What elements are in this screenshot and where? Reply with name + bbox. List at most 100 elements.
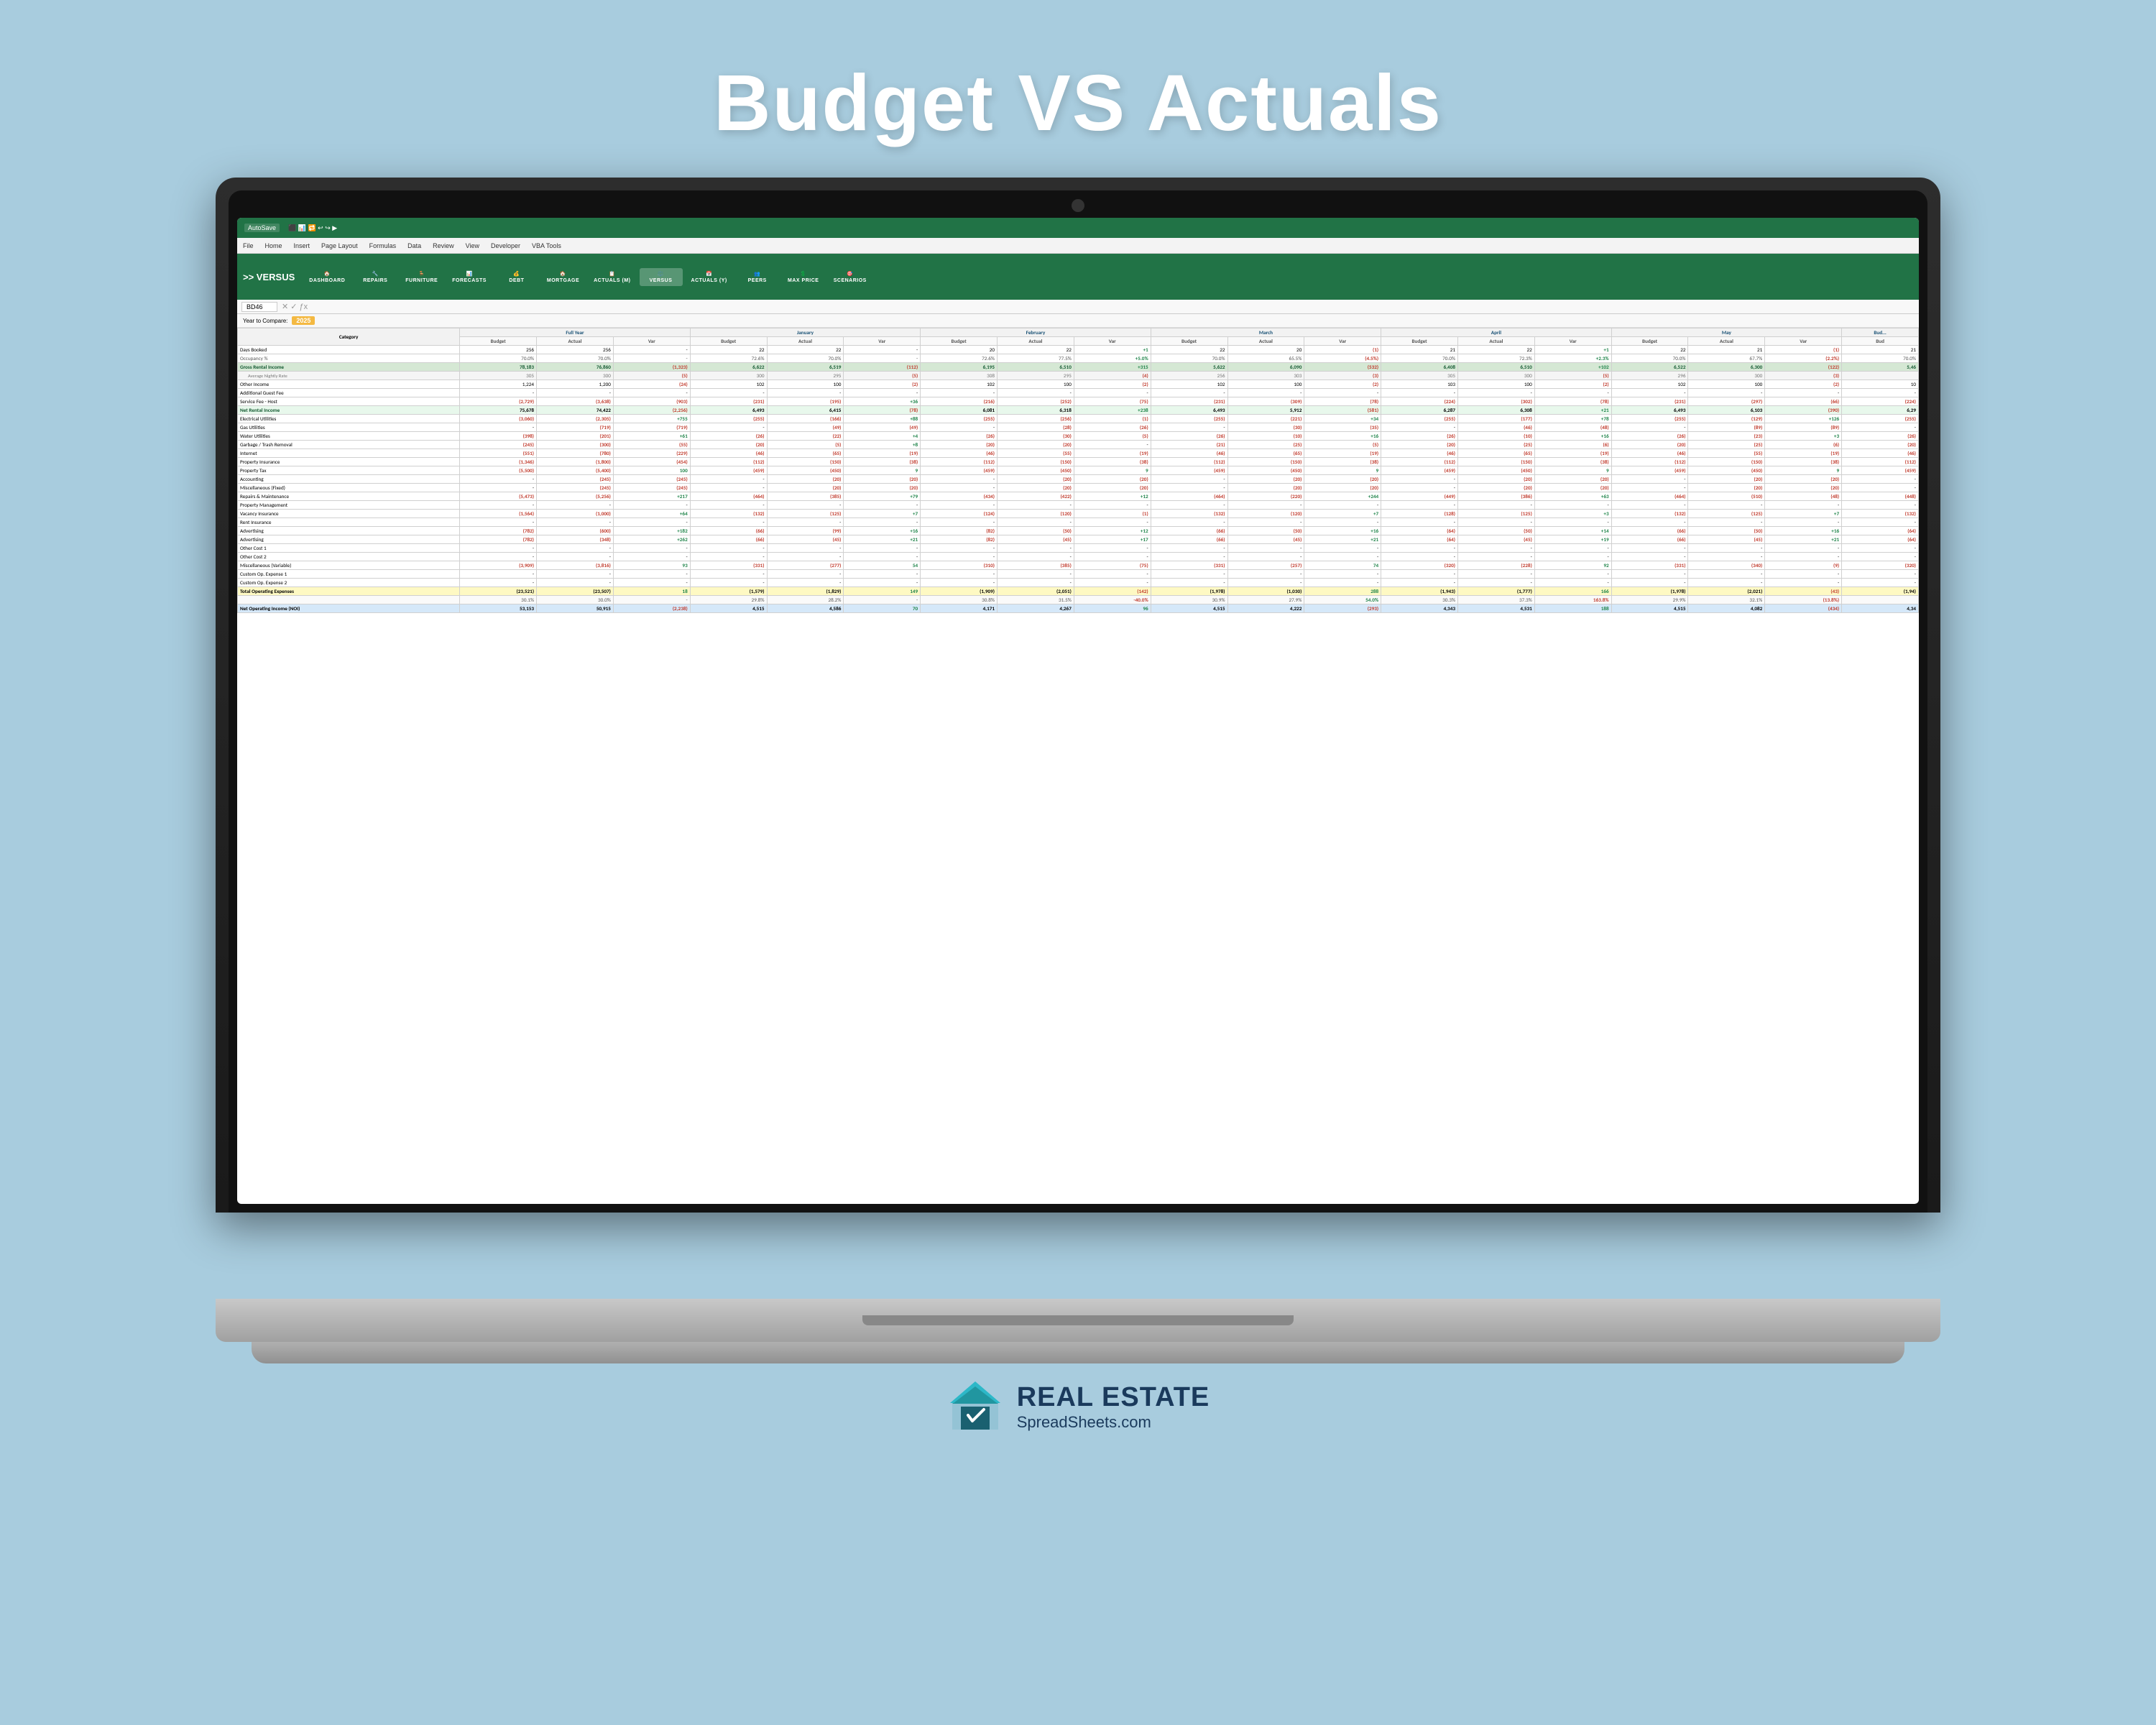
year-compare-bar: Year to Compare: 2025: [237, 314, 1919, 328]
mar-budget: Budget: [1151, 337, 1227, 346]
menu-file[interactable]: File: [243, 242, 254, 249]
row-water: Water Utilities (398)(201)+61 (26)(22)+4…: [238, 432, 1919, 441]
cell-reference[interactable]: [241, 302, 277, 312]
row-total-op-expenses: Total Operating Expenses (23,521)(23,507…: [238, 587, 1919, 596]
val: +2.3%: [1534, 354, 1611, 363]
menu-vba[interactable]: VBA Tools: [532, 242, 561, 249]
ribbon-dashboard[interactable]: 🏠DASHBOARD: [303, 268, 351, 286]
menu-view[interactable]: View: [466, 242, 479, 249]
label-other-cost-2: Other Cost 2: [238, 553, 460, 561]
val: (112): [844, 363, 921, 372]
val: 295: [998, 372, 1074, 380]
label-pct-exp: [238, 596, 460, 604]
spreadsheet-area[interactable]: Category Full Year January February Marc…: [237, 328, 1919, 1204]
autosave-label: AutoSave: [244, 224, 280, 232]
val: 20: [921, 346, 998, 354]
ribbon-furniture[interactable]: 🪑FURNITURE: [400, 268, 443, 286]
fy-budget: Budget: [460, 337, 537, 346]
val: 78,183: [460, 363, 537, 372]
label-noi: Net Operating Income (NOI): [238, 604, 460, 613]
label-property-insurance: Property Insurance: [238, 458, 460, 466]
formula-divider: ✕ ✓ ƒx: [282, 302, 308, 311]
label-custom-op-2: Custom Op. Expense 2: [238, 579, 460, 587]
val: (5): [844, 372, 921, 380]
webcam: [1072, 199, 1084, 212]
ribbon-repairs[interactable]: 🔧REPAIRS: [354, 268, 397, 286]
val: 296: [1611, 372, 1688, 380]
ribbon-mortgage[interactable]: 🏠MORTGAGE: [541, 268, 585, 286]
val: 295: [767, 372, 844, 380]
excel-titlebar: AutoSave ⬛ 📊 🔁 ↩ ↪ ▶: [237, 218, 1919, 238]
jan-budget: Budget: [690, 337, 767, 346]
row-rent-insurance: Rent Insurance --- --- --- --- --- --- -: [238, 518, 1919, 527]
val: +1: [1534, 346, 1611, 354]
feb-var: Var: [1074, 337, 1151, 346]
file-name: ⬛ 📊 🔁 ↩ ↪ ▶: [288, 224, 337, 232]
row-vacancy: Vacancy Insurance (1,564)(1,000)+64 (132…: [238, 510, 1919, 518]
val: (122): [1765, 363, 1842, 372]
menu-developer[interactable]: Developer: [491, 242, 520, 249]
ribbon-debt[interactable]: 💰DEBT: [495, 268, 538, 286]
val: 65.5%: [1227, 354, 1304, 363]
val: +315: [1074, 363, 1151, 372]
row-additional-guest: Additional Guest Fee --- --- --- --- ---…: [238, 389, 1919, 397]
ribbon-versus[interactable]: ⚖️VERSUS: [640, 268, 683, 286]
laptop-hinge: [862, 1315, 1294, 1325]
may-budget: Budget: [1611, 337, 1688, 346]
label-service-fee: Service Fee - Host: [238, 397, 460, 406]
menu-formulas[interactable]: Formulas: [369, 242, 397, 249]
ribbon-forecasts[interactable]: 📊FORECASTS: [446, 268, 492, 286]
ribbon-actuals-y[interactable]: 📅ACTUALS (Y): [686, 268, 733, 286]
val: 256: [1151, 372, 1227, 380]
feb-actual: Actual: [998, 337, 1074, 346]
label-total-op-expenses: Total Operating Expenses: [238, 587, 460, 596]
label-advertising-2: Advertising: [238, 535, 460, 544]
menu-home[interactable]: Home: [265, 242, 282, 249]
screen-bezel: AutoSave ⬛ 📊 🔁 ↩ ↪ ▶ File Home Insert Pa…: [229, 190, 1927, 1213]
row-custom-op-2: Custom Op. Expense 2 --- --- --- --- ---…: [238, 579, 1919, 587]
row-gross-rental: Gross Rental Income 78,183 76,860 (1,323…: [238, 363, 1919, 372]
ribbon-actuals-m[interactable]: 📋ACTUALS (M): [588, 268, 636, 286]
val: (5): [613, 372, 690, 380]
menu-review[interactable]: Review: [433, 242, 454, 249]
val: 70.0%: [1381, 354, 1458, 363]
row-net-rental: Net Rental Income 75,67874,422(2,256) 6,…: [238, 406, 1919, 415]
val: +102: [1534, 363, 1611, 372]
fy-actual: Actual: [537, 337, 614, 346]
brand-text: REAL ESTATE SpreadSheets.com: [1017, 1382, 1210, 1432]
ribbon-peers[interactable]: 👥PEERS: [736, 268, 779, 286]
val: 22: [998, 346, 1074, 354]
val: (4.5%): [1304, 354, 1381, 363]
menu-data[interactable]: Data: [407, 242, 421, 249]
next-budget: Bud: [1842, 337, 1919, 346]
excel-ribbon: >> VERSUS 🏠DASHBOARD 🔧REPAIRS 🪑FURNITURE…: [237, 254, 1919, 300]
val: -: [613, 354, 690, 363]
ribbon-maxprice[interactable]: 💲MAX PRICE: [782, 268, 825, 286]
val: (3): [1765, 372, 1842, 380]
ribbon-scenarios[interactable]: 🎯SCENARIOS: [828, 268, 872, 286]
label-repairs: Repairs & Maintenance: [238, 492, 460, 501]
fy-var: Var: [613, 337, 690, 346]
val: +5.0%: [1074, 354, 1151, 363]
row-property-insurance: Property Insurance (1,346)(1,800)(454) (…: [238, 458, 1919, 466]
label-rent-insurance: Rent Insurance: [238, 518, 460, 527]
label-other-cost-1: Other Cost 1: [238, 544, 460, 553]
label-additional-guest: Additional Guest Fee: [238, 389, 460, 397]
row-misc-fixed: Miscellaneous (Fixed) -(245)(245) -(20)(…: [238, 484, 1919, 492]
val: 6,510: [998, 363, 1074, 372]
jan-actual: Actual: [767, 337, 844, 346]
label-internet: Internet: [238, 449, 460, 458]
menu-pagelayout[interactable]: Page Layout: [321, 242, 358, 249]
val: 76,860: [537, 363, 614, 372]
menu-insert[interactable]: Insert: [294, 242, 310, 249]
may-var: Var: [1765, 337, 1842, 346]
val: 72.3%: [1458, 354, 1535, 363]
val: 5,622: [1151, 363, 1227, 372]
screen-content: AutoSave ⬛ 📊 🔁 ↩ ↪ ▶ File Home Insert Pa…: [237, 218, 1919, 1204]
label-net-rental: Net Rental Income: [238, 406, 460, 415]
label-accounting: Accounting: [238, 475, 460, 484]
row-pct-expenses: 30.1%30.0%- 29.8%28.2%- 30.8%31.5%-40.0%…: [238, 596, 1919, 604]
val: (532): [1304, 363, 1381, 372]
full-year-header: Full Year: [460, 328, 690, 337]
val: 5,46: [1842, 363, 1919, 372]
